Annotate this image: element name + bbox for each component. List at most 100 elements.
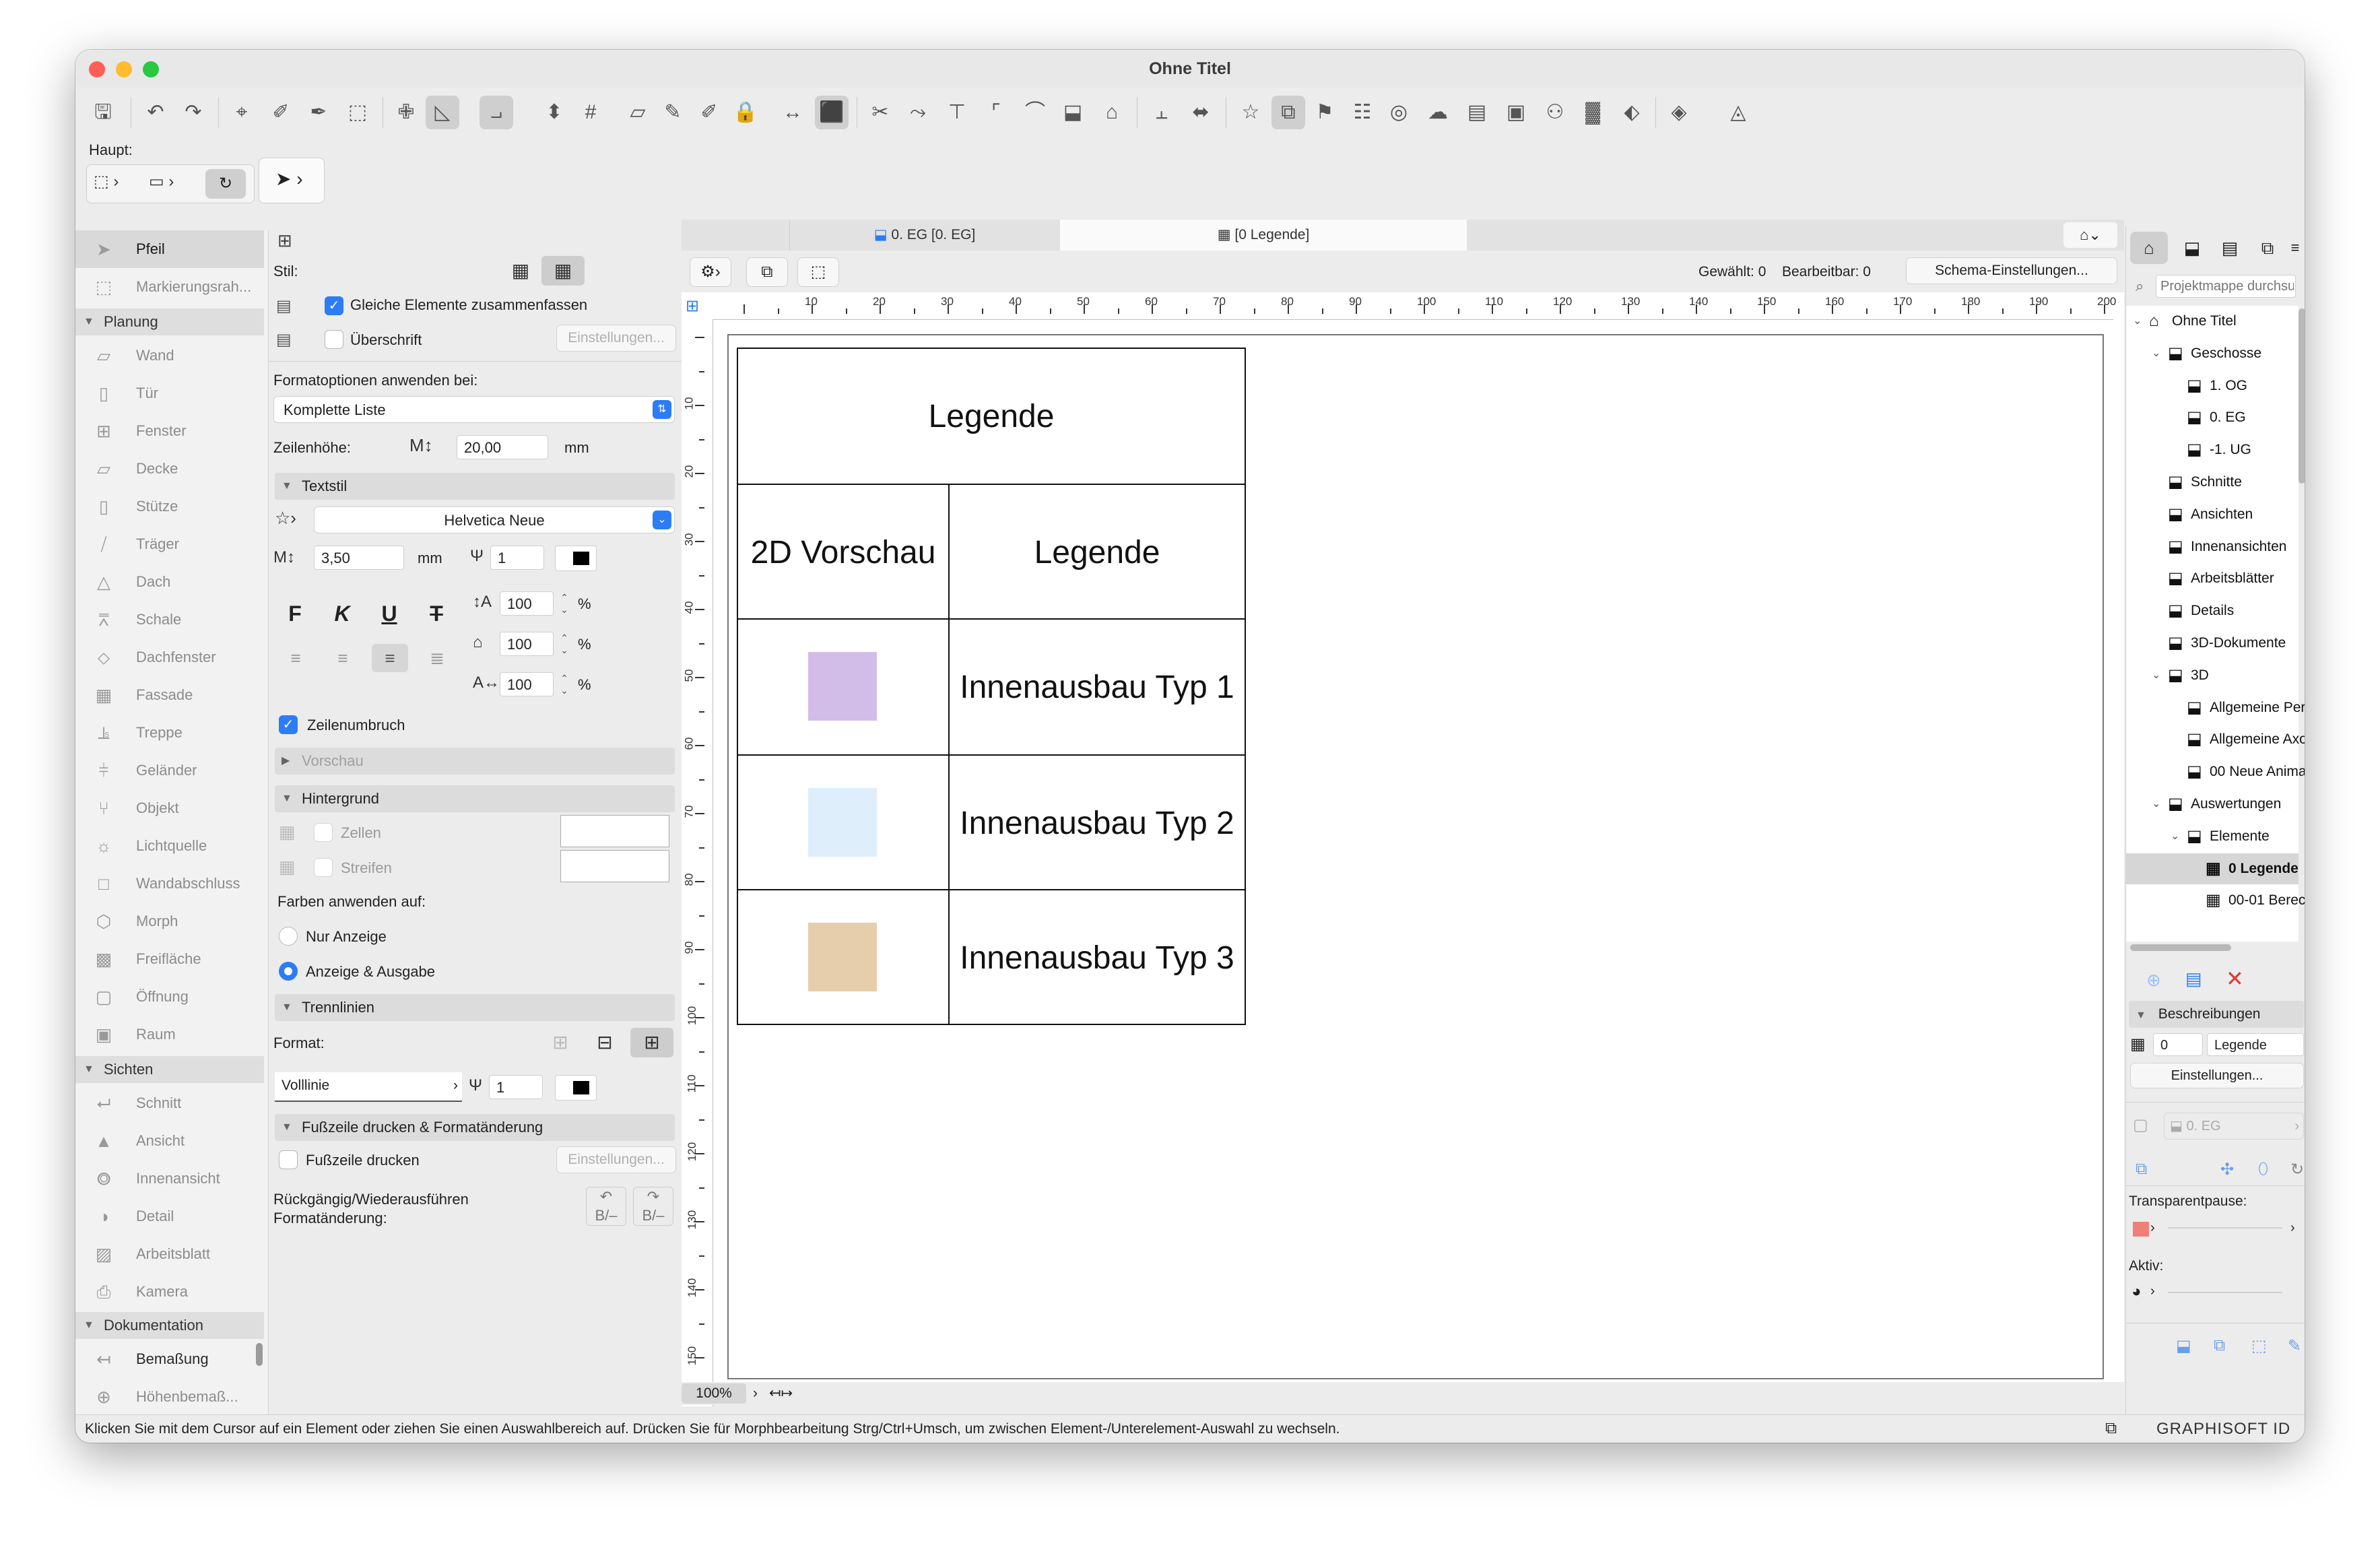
element-snap-icon[interactable]: ⬛ (815, 96, 849, 129)
navigator-search-input[interactable] (2156, 275, 2296, 298)
navigator-settings-button[interactable]: Einstellungen... (2130, 1063, 2304, 1088)
syringe-icon[interactable]: ✒ (302, 96, 335, 129)
cells-color-swatch[interactable] (560, 815, 669, 847)
color-wheel-icon[interactable]: ◕ (2131, 1282, 2142, 1301)
strikethrough-button[interactable]: T (418, 597, 455, 630)
snap-guide-icon[interactable]: ⨼ (480, 96, 513, 129)
document-icon[interactable]: ▤ (1460, 96, 1494, 129)
chevron-right-icon[interactable]: › (2290, 1220, 2295, 1236)
cells-checkbox[interactable] (314, 823, 333, 842)
dimension-icon[interactable]: ↔ (776, 96, 809, 129)
merge-checkbox[interactable]: ✓ (325, 296, 343, 315)
tool-arrow[interactable]: ➤ Pfeil (75, 230, 264, 268)
navigator-menu-icon[interactable]: ≡ (2285, 232, 2305, 264)
teamwork-icon[interactable]: ◬ (1721, 96, 1755, 129)
lines-horizontal-icon[interactable]: ⊟ (587, 1028, 622, 1057)
tree-item[interactable]: ⬓ Details (2126, 595, 2299, 626)
scissors-icon[interactable]: ✂ (863, 96, 897, 129)
line-color-swatch[interactable] (555, 1075, 597, 1101)
tool-marquee[interactable]: ⬚ Markierungsrah... (75, 268, 264, 306)
pen-color-swatch[interactable] (555, 546, 597, 571)
layers-icon[interactable]: ⧉ (1271, 96, 1305, 129)
font-select[interactable]: Helvetica Neue ⌄ (314, 506, 675, 533)
bold-button[interactable]: F (276, 597, 314, 630)
fit-width-icon[interactable]: ↤↦ (769, 1383, 793, 1404)
pen-input[interactable]: 1 (490, 546, 544, 570)
tool-railing[interactable]: ⫩ Geländer (75, 752, 264, 789)
section-dokumentation[interactable]: ▼ Dokumentation (75, 1312, 264, 1339)
new-view-icon[interactable]: ⧉ (2136, 1160, 2147, 1179)
gear-icon[interactable]: ⚙› (690, 257, 731, 287)
add-icon[interactable]: ⊕ (2146, 970, 2161, 991)
plane-icon[interactable]: ▱ (621, 96, 655, 129)
tree-item[interactable]: ▦ 0 Legende (2126, 853, 2299, 884)
tree-item[interactable]: ⌄ ⬓ Elemente (2126, 821, 2299, 852)
zoom-value[interactable]: 100% (682, 1383, 746, 1404)
corner-icon[interactable]: ⌜ (979, 96, 1013, 129)
project-map-icon[interactable]: ⌂ (2130, 232, 2168, 264)
tree-item[interactable]: ⬓ 1. OG (2126, 370, 2299, 401)
tool-window[interactable]: ⊞ Fenster (75, 412, 264, 450)
tool-beam[interactable]: ⧸ Träger (75, 525, 264, 563)
row-height-input[interactable]: 20,00 (457, 435, 548, 459)
palette-scrollbar[interactable] (256, 1343, 263, 1366)
tree-item[interactable]: ⬓ Allgemeine Axonom (2126, 724, 2305, 755)
tool-stair[interactable]: ⫡ Treppe (75, 714, 264, 752)
tree-item[interactable]: ⌄ ⬓ Auswertungen (2126, 789, 2299, 820)
picture-icon[interactable]: ▣ (1499, 96, 1533, 129)
zoom-selection-icon[interactable]: ⬚ (797, 257, 839, 287)
schema-settings-button[interactable]: Schema-Einstellungen... (1906, 257, 2117, 284)
trace-icon-4[interactable]: ✎ (2288, 1336, 2301, 1356)
align-center-icon[interactable]: ≡ (325, 644, 361, 672)
underline-button[interactable]: U (370, 597, 408, 630)
tag-icon[interactable]: ⬖ (1615, 96, 1649, 129)
style-table-icon[interactable]: ▦ (541, 256, 585, 286)
section-beschreibungen[interactable]: ▼ Beschreibungen (2129, 1001, 2304, 1028)
rect-marquee-icon[interactable]: ▭ › (149, 172, 174, 191)
scale-stepper-3[interactable]: ⌃ ⌄ (558, 672, 571, 696)
chevron-down-icon[interactable]: ⌄ (2152, 789, 2160, 820)
trim-icon[interactable]: ⊤ (940, 96, 974, 129)
favorite-style-icon[interactable]: ☆› (275, 508, 296, 529)
tool-zone[interactable]: ▣ Raum (75, 1016, 264, 1053)
tool-shell[interactable]: ⩞ Schale (75, 601, 264, 638)
transparency-slider[interactable] (2168, 1227, 2282, 1228)
tool-level-dimension[interactable]: ⊕ Höhenbemaß... (75, 1378, 264, 1416)
tab-menu-icon[interactable]: ⌂⌄ (2063, 222, 2117, 248)
chevron-down-icon[interactable]: ⌄ (2133, 306, 2142, 337)
cloud-icon[interactable]: ☁ (1421, 96, 1455, 129)
section-footer[interactable]: ▼ Fußzeile drucken & Formatänderung (275, 1114, 675, 1141)
desc-id-input[interactable]: 0 (2153, 1033, 2203, 1056)
arrow-pointer-icon[interactable]: ➤ › (275, 168, 303, 190)
tree-item[interactable]: ⬓ 00 Neue Animation (2126, 756, 2305, 787)
pencil-icon[interactable]: ✎ (656, 96, 690, 129)
globe-icon[interactable]: ◎ (1382, 96, 1416, 129)
tree-scrollbar-v[interactable] (2299, 308, 2305, 484)
tree-item[interactable]: ⌄ ⬓ Geschosse (2126, 338, 2299, 369)
tool-mesh[interactable]: ▩ Freifläche (75, 940, 264, 978)
tree-item[interactable]: ⬓ 0. EG (2126, 402, 2299, 433)
tree-item[interactable]: ⬓ Arbeitsblätter (2126, 563, 2299, 594)
eyedropper-icon[interactable]: ✐ (264, 96, 298, 129)
schedule-canvas[interactable]: ⊞ 10 20 30 40 50 60 70 80 90 100 110 120 130 140 150 16… (682, 292, 2140, 1406)
eraser-icon[interactable]: ✐ (692, 96, 726, 129)
crosshair-icon[interactable]: ✙ (389, 96, 423, 129)
tool-object[interactable]: ⑂ Objekt (75, 789, 264, 827)
font-size-input[interactable]: 3,50 (314, 546, 404, 570)
legend-table[interactable]: Legende 2D Vorschau Legende Innenausbau … (737, 348, 1246, 1025)
tree-item[interactable]: ⬓ -1. UG (2126, 434, 2299, 465)
tree-item[interactable]: ⌄ ⌂ Ohne Titel (2126, 306, 2299, 337)
tree-item[interactable]: ⬓ Ansichten (2126, 499, 2299, 530)
style-list-icon[interactable]: ▦ (502, 256, 539, 286)
tool-wall-end[interactable]: □ Wandabschluss (75, 865, 264, 903)
tool-interior-elevation[interactable]: ⭗ Innenansicht (75, 1160, 264, 1198)
italic-button[interactable]: K (323, 597, 361, 630)
chevron-down-icon[interactable]: ⌄ (2171, 821, 2179, 852)
tool-opening[interactable]: ▢ Öffnung (75, 978, 264, 1016)
lock-icon[interactable]: 🔒 (729, 96, 762, 129)
chevron-down-icon[interactable]: ⌄ (2152, 338, 2160, 369)
properties-icon[interactable]: ▤ (2185, 969, 2202, 989)
line-pen-input[interactable]: 1 (489, 1075, 543, 1099)
favorites-icon[interactable]: ☆ (1234, 96, 1267, 129)
layout-book-icon[interactable]: ▤ (2211, 232, 2249, 264)
